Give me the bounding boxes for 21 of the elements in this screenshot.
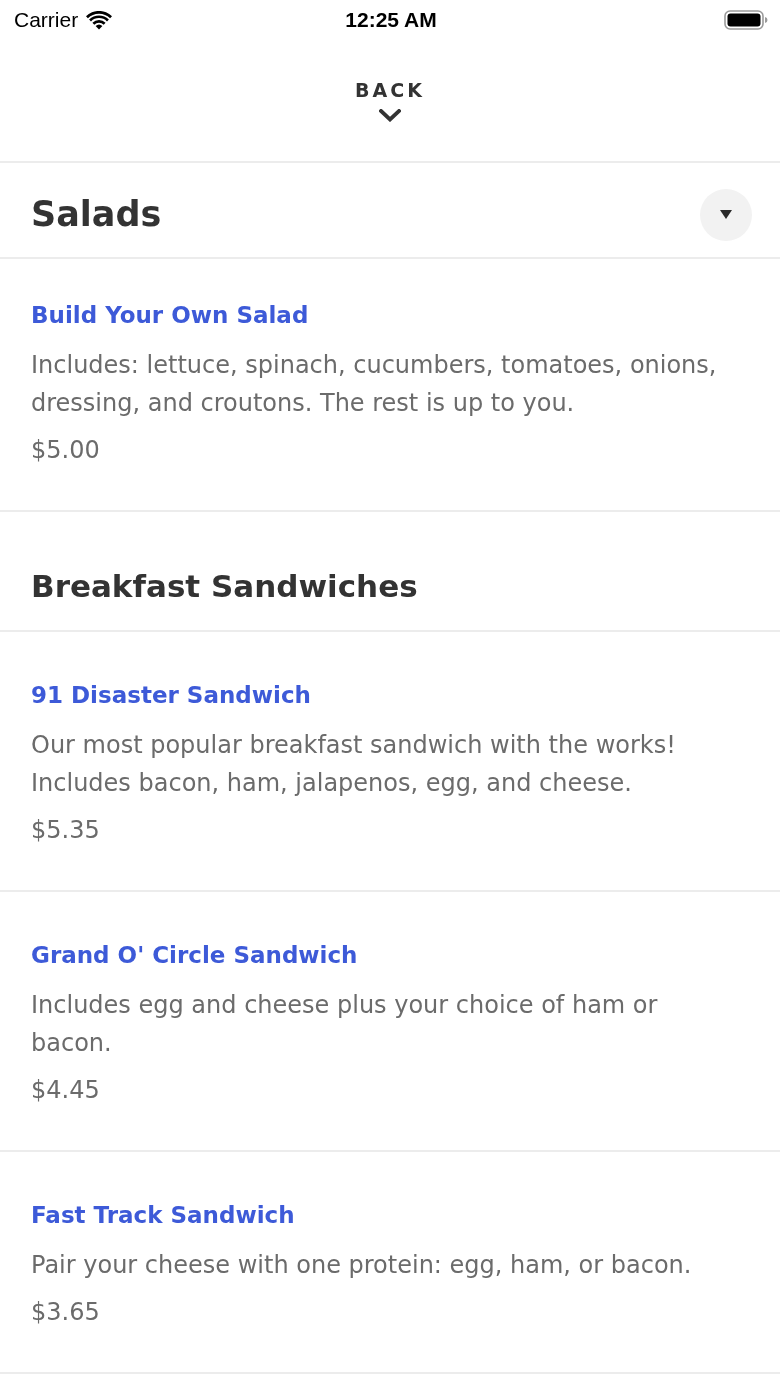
item-price: $5.00 bbox=[31, 435, 100, 466]
menu-item-name[interactable]: Grand O' Circle Sandwich bbox=[31, 939, 358, 971]
section-title: Salads bbox=[31, 194, 162, 235]
item-description: Includes egg and cheese plus your choice of ham or bacon. bbox=[31, 990, 659, 1059]
item-description: Our most popular breakfast sandwich with the works! Includes bacon, ham, jalapenos, egg, and cheese. bbox=[31, 730, 677, 799]
status-time: 12:25 AM bbox=[345, 8, 437, 32]
item-description: Pair your cheese with one protein: egg, ham, or bacon. bbox=[31, 1250, 693, 1281]
caret-down-icon bbox=[720, 210, 732, 219]
item-description: Includes: lettuce, spinach, cucumbers, tomatoes, onions, dressing, and croutons. The rest is up to you. bbox=[31, 350, 718, 419]
section-title: Breakfast Sandwiches bbox=[31, 567, 418, 606]
menu-item-name[interactable]: Build Your Own Salad bbox=[31, 299, 309, 331]
item-price: $4.45 bbox=[31, 1075, 100, 1106]
menu-item-name[interactable]: 91 Disaster Sandwich bbox=[31, 679, 311, 711]
carrier-name: Carrier bbox=[14, 8, 79, 32]
battery-icon bbox=[724, 10, 768, 30]
chevron-down-icon bbox=[379, 109, 401, 122]
item-price: $5.35 bbox=[31, 815, 100, 846]
wifi-icon bbox=[86, 10, 113, 30]
item-price: $3.65 bbox=[31, 1297, 100, 1328]
back-button[interactable]: BACK bbox=[355, 79, 425, 122]
menu-item-name[interactable]: Fast Track Sandwich bbox=[31, 1199, 295, 1231]
